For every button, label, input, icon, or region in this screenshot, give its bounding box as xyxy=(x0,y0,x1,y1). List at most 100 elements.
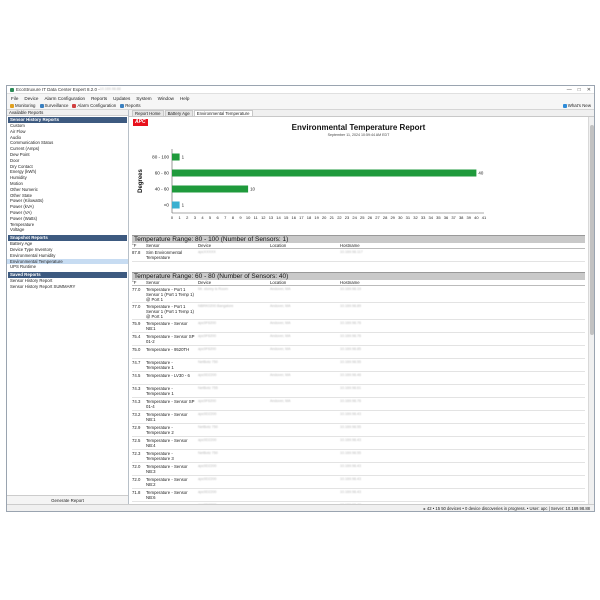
temp-cell: 75.4 xyxy=(132,333,141,339)
col-device: Device xyxy=(198,242,212,248)
location-cell: Andover, MA xyxy=(270,320,291,325)
tab-bar: Report Home Battery Age Environmental Te… xyxy=(129,110,594,117)
device-cell: apc0D2200 xyxy=(198,437,217,442)
x-tick-label: 35 xyxy=(436,215,441,220)
hostname-cell: 10.169.98.89 xyxy=(340,303,361,308)
col-device: Device xyxy=(198,279,212,285)
sensor-cell: Temperature - Sensor NB:6 xyxy=(146,489,188,500)
hostname-cell: 10.169.98.85 xyxy=(340,346,361,351)
window-title: EcoStruxure IT Data Center Expert 8.2.0 … xyxy=(16,87,100,92)
panel-header: Available Reports xyxy=(7,110,128,116)
device-cell: NetBotz 750 xyxy=(198,450,218,455)
sensor-cell: Temperature - Sensor NB:2 xyxy=(146,476,188,487)
generate-report-button[interactable]: Generate Report xyxy=(7,495,128,504)
sensor-history-item[interactable]: Voltage xyxy=(7,227,128,233)
menu-window[interactable]: Window xyxy=(158,96,174,101)
location-cell: Andover, MA xyxy=(270,346,291,351)
table-header: °F Sensor Device Location Hostname xyxy=(132,243,585,249)
reports-panel: Available Reports Sensor History Reports… xyxy=(7,110,129,504)
x-tick-label: 14 xyxy=(276,215,281,220)
x-tick-label: 22 xyxy=(337,215,342,220)
hostname-cell: 10.169.98.55 xyxy=(340,424,361,429)
hostname-cell: 10.169.98.43 xyxy=(340,463,361,468)
tab-environmental-temperature[interactable]: Environmental Temperature xyxy=(193,110,253,116)
hostname-cell: 10.169.98.43 xyxy=(340,476,361,481)
temp-cell: 72.9 xyxy=(132,424,141,430)
device-cell: apc0D2200 xyxy=(198,476,217,481)
menu-alarm-configuration[interactable]: Alarm Configuration xyxy=(44,96,85,101)
table-row: 77.0 Temperature - Port 1 Sensor 1 (Port … xyxy=(132,303,585,320)
location-cell xyxy=(270,477,340,488)
hostname-cell: 10.169.98.55 xyxy=(340,359,361,364)
x-tick-label: 7 xyxy=(224,215,227,220)
temp-cell: 75.0 xyxy=(132,346,141,352)
menu-updates[interactable]: Updates xyxy=(113,96,130,101)
minimize-button[interactable]: — xyxy=(567,87,572,93)
report-scrollbar[interactable] xyxy=(588,117,594,504)
menu-device[interactable]: Device xyxy=(24,96,38,101)
x-tick-label: 40 xyxy=(474,215,479,220)
temp-cell: 77.0 xyxy=(132,286,141,292)
x-tick-label: 8 xyxy=(232,215,235,220)
monitoring-button[interactable]: Monitoring xyxy=(10,103,36,108)
hostname-cell: 10.169.98.76 xyxy=(340,333,361,338)
hostname-cell: 10.169.98.76 xyxy=(340,320,361,325)
camera-icon xyxy=(39,103,44,108)
x-tick-label: 26 xyxy=(368,215,373,220)
x-tick-label: 36 xyxy=(444,215,449,220)
temp-cell: 74.5 xyxy=(132,372,141,378)
hostname-cell: 10.169.98.43 xyxy=(340,411,361,416)
x-tick-label: 34 xyxy=(429,215,434,220)
device-cell: apc0F6200 xyxy=(198,333,216,338)
location-cell xyxy=(270,425,340,436)
sensor-cell: Temperature - Temperature 1 xyxy=(146,385,174,396)
alarm-configuration-button[interactable]: Alarm Configuration xyxy=(72,103,116,108)
app-icon xyxy=(10,87,14,92)
apc-logo: APC xyxy=(133,119,148,126)
info-icon xyxy=(562,103,567,108)
x-tick-label: 13 xyxy=(269,215,274,220)
device-cell: apc0F6200 xyxy=(198,398,216,403)
x-tick-label: 6 xyxy=(217,215,220,220)
menu-help[interactable]: Help xyxy=(180,96,189,101)
x-tick-label: 10 xyxy=(246,215,251,220)
col-location: Location xyxy=(270,279,287,285)
y-tick-label: <0 xyxy=(164,202,170,207)
col-temp: °F xyxy=(132,242,137,248)
reports-button[interactable]: Reports xyxy=(120,103,141,108)
bar-value-label: 10 xyxy=(250,186,255,191)
range-header-80-100: Temperature Range: 80 - 100 (Number of S… xyxy=(132,234,585,243)
saved-report-item[interactable]: Sensor History Report SUMMARY xyxy=(7,284,128,290)
table-row: 72.0 Temperature - Sensor NB:2 apc0D2200 10… xyxy=(132,476,585,489)
x-tick-label: 17 xyxy=(299,215,304,220)
bar-value-label: 40 xyxy=(478,170,483,175)
scroll-thumb[interactable] xyxy=(590,125,594,335)
hostname-cell: 10.169.98.43 xyxy=(340,489,361,494)
menu-system[interactable]: System xyxy=(136,96,151,101)
hostname-cell: 10.169.98.19 xyxy=(340,286,361,291)
surveillance-button[interactable]: Surveillance xyxy=(39,103,68,108)
snapshot-item[interactable]: UPS Runtime xyxy=(7,264,128,270)
device-cell: apc0D2200 xyxy=(198,411,217,416)
location-cell: Andover, MA xyxy=(270,333,291,338)
col-hostname: Hostname xyxy=(340,242,360,248)
x-tick-label: 27 xyxy=(375,215,380,220)
y-tick-label: 80 - 100 xyxy=(152,154,169,159)
close-button[interactable]: ✕ xyxy=(587,87,591,93)
maximize-button[interactable]: □ xyxy=(578,87,581,93)
menu-reports[interactable]: Reports xyxy=(91,96,107,101)
x-tick-label: 28 xyxy=(383,215,388,220)
app-window: EcoStruxure IT Data Center Expert 8.2.0 … xyxy=(6,85,595,512)
whats-new-button[interactable]: What's New xyxy=(562,103,591,108)
x-tick-label: 32 xyxy=(413,215,418,220)
table-row: 74.3 Temperature - Temperature 1 NetBotz 7… xyxy=(132,385,585,398)
report-title: Environmental Temperature Report xyxy=(291,123,426,132)
tab-battery-age[interactable]: Battery Age xyxy=(164,110,193,116)
table-row: 75.4 Temperature - Sensor SP 01-2 apc0F620… xyxy=(132,333,585,346)
tab-report-home[interactable]: Report Home xyxy=(132,110,164,116)
table-row: 72.0 Temperature - Sensor NB:3 apc0D2200 10… xyxy=(132,463,585,476)
x-tick-label: 9 xyxy=(239,215,242,220)
bar-value-label: 1 xyxy=(182,202,185,207)
menu-file[interactable]: File xyxy=(11,96,18,101)
sensor-cell: Temperature - Temperature 2 xyxy=(146,424,174,435)
